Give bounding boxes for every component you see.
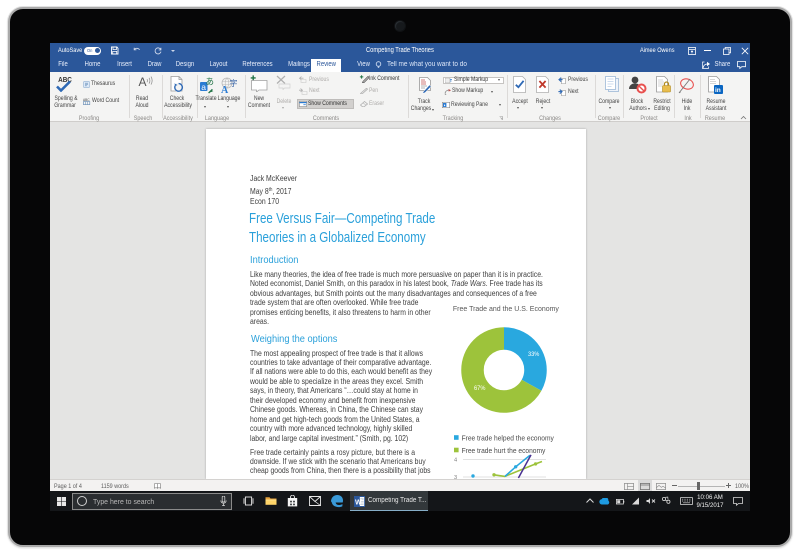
svg-text:33%: 33% [528,352,539,358]
svg-text:W: W [355,499,362,506]
svg-text:字: 字 [229,78,237,88]
svg-text:あ: あ [206,77,215,87]
svg-text:4: 4 [454,458,457,464]
svg-text:Free Trade and the U.S. Econom: Free Trade and the U.S. Economy [453,304,559,313]
svg-text:67%: 67% [474,386,485,392]
svg-text:A: A [221,85,229,95]
svg-text:Free trade helped the economy: Free trade helped the economy [462,435,555,442]
svg-text:Free trade hurt the economy: Free trade hurt the economy [462,448,546,455]
svg-text:in: in [715,87,721,94]
